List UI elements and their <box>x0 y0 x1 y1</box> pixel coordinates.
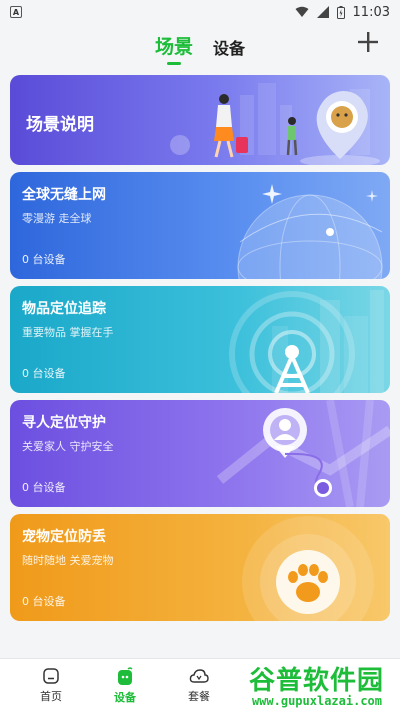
home-icon <box>43 668 59 684</box>
signal-icon <box>316 6 329 18</box>
nav-package-label: 套餐 <box>188 690 210 703</box>
pet-tracking-card[interactable]: 宠物定位防丢 随时随地 关爱宠物 0 台设备 <box>10 514 390 621</box>
nav-device[interactable]: 设备 <box>88 659 162 712</box>
item-tracking-subtitle: 重要物品 掌握在手 <box>22 326 114 339</box>
nav-home-label: 首页 <box>40 690 62 703</box>
pet-tracking-title: 宠物定位防丢 <box>22 529 106 545</box>
pet-tracking-subtitle: 随时随地 关爱宠物 <box>22 554 114 567</box>
globe-illustration <box>237 184 383 279</box>
bottom-nav: 首页 设备 套餐 <box>0 658 400 712</box>
global-internet-card[interactable]: 全球无缝上网 零漫游 走全球 0 台设备 <box>10 172 390 279</box>
nav-device-label: 设备 <box>114 691 136 704</box>
scene-intro-card[interactable]: 场景说明 <box>10 75 390 165</box>
top-tabs: 场景 设备 <box>0 32 400 65</box>
nav-package[interactable]: 套餐 <box>162 659 236 712</box>
status-icons: 11:03 <box>295 5 390 20</box>
nav-home[interactable]: 首页 <box>14 659 88 712</box>
wifi-icon <box>295 6 309 17</box>
person-pin-illustration <box>216 400 390 507</box>
item-tracking-card[interactable]: 物品定位追踪 重要物品 掌握在手 0 台设备 <box>10 286 390 393</box>
global-internet-title: 全球无缝上网 <box>22 187 106 203</box>
app-notification-icon: A <box>10 6 22 18</box>
status-time: 11:03 <box>352 4 390 20</box>
person-guard-card[interactable]: 寻人定位守护 关爱家人 守护安全 0 台设备 <box>10 400 390 507</box>
device-icon <box>118 667 133 685</box>
item-tracking-title: 物品定位追踪 <box>22 301 106 317</box>
person-guard-device-count: 0 台设备 <box>22 481 66 494</box>
person-guard-title: 寻人定位守护 <box>22 415 106 431</box>
intro-illustration <box>170 83 380 165</box>
header: 场景 设备 <box>0 24 400 70</box>
person-guard-subtitle: 关爱家人 守护安全 <box>22 440 114 453</box>
tab-device[interactable]: 设备 <box>213 35 245 65</box>
global-internet-device-count: 0 台设备 <box>22 253 66 266</box>
battery-icon <box>336 5 345 19</box>
package-icon <box>189 669 209 683</box>
status-bar: A 11:03 <box>0 0 400 24</box>
signal-tower-illustration <box>229 290 384 393</box>
paw-illustration <box>242 516 374 621</box>
item-tracking-device-count: 0 台设备 <box>22 367 66 380</box>
scene-intro-title: 场景说明 <box>26 115 94 135</box>
pet-tracking-device-count: 0 台设备 <box>22 595 66 608</box>
tab-scene[interactable]: 场景 <box>155 32 193 65</box>
global-internet-subtitle: 零漫游 走全球 <box>22 212 92 225</box>
plus-icon[interactable] <box>356 30 380 54</box>
